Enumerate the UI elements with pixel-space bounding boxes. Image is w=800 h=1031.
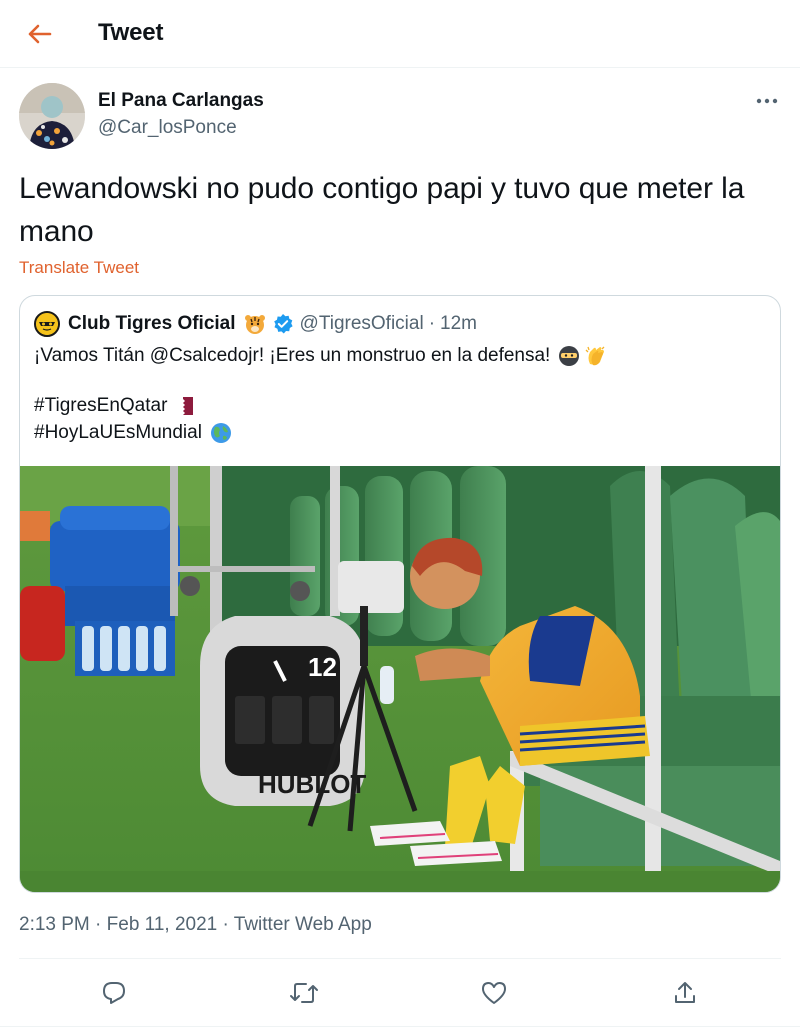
avatar[interactable] [19, 83, 85, 149]
hashtag-line: #TigresEnQatar [34, 392, 769, 419]
dot-separator: · [428, 313, 436, 334]
tiger-emoji-icon [244, 313, 266, 335]
tweet-text: Lewandowski no pudo contigo papi y tuvo … [19, 172, 745, 248]
arrow-left-icon [28, 24, 52, 44]
reply-button[interactable] [97, 976, 131, 1010]
hashtag-hoylauesmundial[interactable]: #HoyLaUEsMundial [34, 419, 202, 446]
retweet-icon [290, 983, 318, 1003]
top-bar: Tweet [0, 0, 800, 68]
ninja-emoji-icon [558, 345, 580, 367]
share-button[interactable] [668, 976, 702, 1010]
heart-icon [482, 982, 506, 1004]
quoted-header: Club Tigres Oficial @TigresOficial · 12m [34, 310, 477, 338]
tweet-time[interactable]: 2:13 PM [19, 914, 90, 935]
retweet-button[interactable] [287, 976, 321, 1010]
more-options-button[interactable] [750, 88, 784, 114]
action-bar [0, 960, 800, 1026]
translate-link[interactable]: Translate Tweet [19, 258, 139, 278]
quoted-avatar[interactable] [34, 311, 60, 337]
verified-badge-icon [272, 313, 294, 335]
page-title: Tweet [98, 19, 164, 46]
globe-emoji-icon [210, 422, 232, 444]
tweet-source: Twitter Web App [233, 914, 372, 935]
clock-number: 12 [308, 652, 337, 682]
dot-separator: · [95, 914, 102, 935]
share-icon [675, 982, 695, 1003]
divider [0, 1026, 800, 1027]
quoted-author-handle[interactable]: @TigresOficial [300, 313, 424, 335]
dot-separator: · [222, 914, 229, 935]
tweet-date[interactable]: Feb 11, 2021 [107, 914, 218, 935]
more-icon [756, 98, 778, 104]
author-handle[interactable]: @Car_losPonce [98, 117, 237, 139]
like-button[interactable] [477, 976, 511, 1010]
brand-text: HUBLOT [258, 769, 366, 799]
quoted-author-name[interactable]: Club Tigres Oficial [68, 313, 236, 335]
reply-icon [103, 982, 125, 1004]
quoted-photo[interactable]: 12 HUBLOT [20, 466, 780, 892]
quoted-text: ¡Vamos Titán @Csalcedojr! ¡Eres un monst… [34, 342, 769, 446]
tweet-meta: 2:13 PM · Feb 11, 2021 · Twitter Web App [19, 914, 372, 936]
quoted-body: ¡Vamos Titán @Csalcedojr! ¡Eres un monst… [34, 345, 551, 366]
back-button[interactable] [22, 18, 58, 50]
quoted-tweet[interactable]: Club Tigres Oficial @TigresOficial · 12m… [19, 295, 781, 893]
qatar-flag-icon [179, 396, 194, 416]
hashtag-tigresenqatar[interactable]: #TigresEnQatar [34, 392, 167, 419]
quoted-timestamp[interactable]: 12m [440, 313, 477, 335]
quoted-line: ¡Vamos Titán @Csalcedojr! ¡Eres un monst… [34, 342, 769, 369]
hashtag-line: #HoyLaUEsMundial [34, 419, 769, 446]
clapping-hands-emoji-icon [584, 344, 608, 368]
author-name[interactable]: El Pana Carlangas [98, 90, 264, 112]
divider [19, 958, 781, 959]
